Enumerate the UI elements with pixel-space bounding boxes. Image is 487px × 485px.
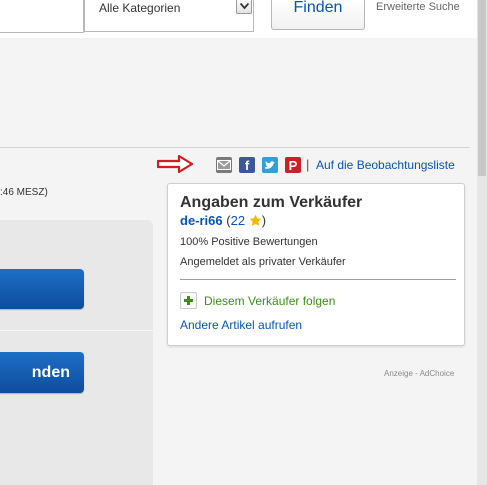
positive-feedback-text: 100% Positive Bewertungen bbox=[180, 236, 318, 248]
other-items-link[interactable]: Andere Artikel aufrufen bbox=[180, 318, 302, 332]
follow-seller-link[interactable]: Diesem Verkäufer folgen bbox=[204, 294, 335, 308]
advanced-search-link[interactable]: Erweiterte Suche bbox=[376, 0, 460, 14]
seller-info-card: Angaben zum Verkäufer de-ri66 (22 ) 100%… bbox=[167, 183, 465, 346]
pinterest-icon[interactable]: P bbox=[285, 157, 301, 173]
share-separator: | bbox=[306, 157, 310, 172]
seller-name-link[interactable]: de-ri66 bbox=[180, 213, 223, 228]
scrollbar-thumb[interactable] bbox=[478, 0, 486, 176]
facebook-icon[interactable]: f bbox=[239, 157, 255, 173]
close-paren: ) bbox=[261, 213, 267, 228]
watchlist-link[interactable]: Auf die Beobachtungsliste bbox=[316, 158, 455, 172]
find-button[interactable]: Finden bbox=[271, 0, 365, 30]
card-divider bbox=[180, 279, 456, 280]
feedback-count-link[interactable]: 22 bbox=[231, 213, 245, 228]
add-to-cart-button[interactable]: nden bbox=[0, 352, 84, 393]
star-icon bbox=[249, 214, 262, 226]
category-select-value: Alle Kategorien bbox=[99, 1, 181, 15]
open-paren: ( bbox=[222, 213, 231, 228]
buy-now-button[interactable] bbox=[0, 269, 84, 309]
twitter-icon[interactable] bbox=[262, 157, 278, 173]
seller-card-title: Angaben zum Verkäufer bbox=[180, 194, 363, 211]
ad-choice-label[interactable]: Anzeige - AdChoice bbox=[384, 369, 454, 378]
arrow-icon bbox=[157, 155, 193, 173]
seller-name-line: de-ri66 (22 ) bbox=[180, 213, 266, 228]
section-divider bbox=[0, 147, 470, 148]
plus-icon[interactable] bbox=[180, 292, 197, 309]
buy-box-divider bbox=[0, 330, 153, 331]
seller-account-type: Angemeldet als privater Verkäufer bbox=[180, 256, 346, 268]
category-select[interactable]: Alle Kategorien bbox=[84, 0, 254, 32]
mail-icon[interactable] bbox=[216, 157, 232, 173]
chevron-down-icon[interactable] bbox=[236, 0, 252, 14]
end-time-text: :46 MESZ) bbox=[0, 187, 48, 198]
add-to-cart-label: nden bbox=[31, 364, 70, 381]
search-input[interactable] bbox=[0, 0, 84, 33]
